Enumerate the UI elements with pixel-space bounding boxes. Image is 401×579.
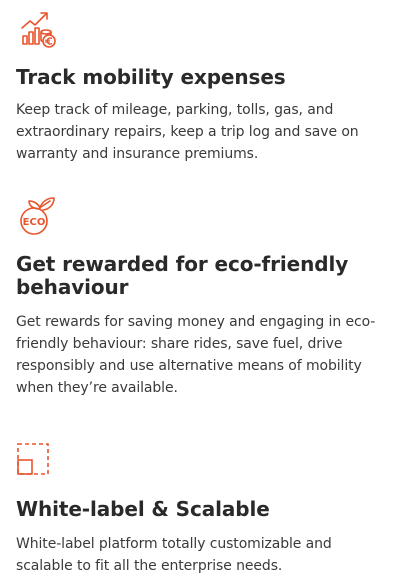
feature-description: Keep track of mileage, parking, tolls, g… [16,102,359,162]
feature-description: Get rewards for saving money and engagin… [16,314,376,396]
feature-description: White-label platform totally customizabl… [16,536,332,574]
eco-leaf-icon: ECO [20,197,55,235]
scalable-square-icon [17,443,49,475]
chart-coins-icon [21,12,56,48]
feature-title: Get rewarded for eco-friendly behaviour [16,252,349,299]
feature-white-label: White-label & Scalable White-label platf… [16,438,396,579]
feature-title: White-label & Scalable [16,497,270,521]
feature-title: Track mobility expenses [16,65,286,89]
feature-eco-rewards: ECO Get rewarded for eco-friendly behavi… [16,193,396,418]
eco-icon-label: ECO [23,217,46,228]
feature-track-expenses: Track mobility expenses Keep track of mi… [16,6,396,176]
